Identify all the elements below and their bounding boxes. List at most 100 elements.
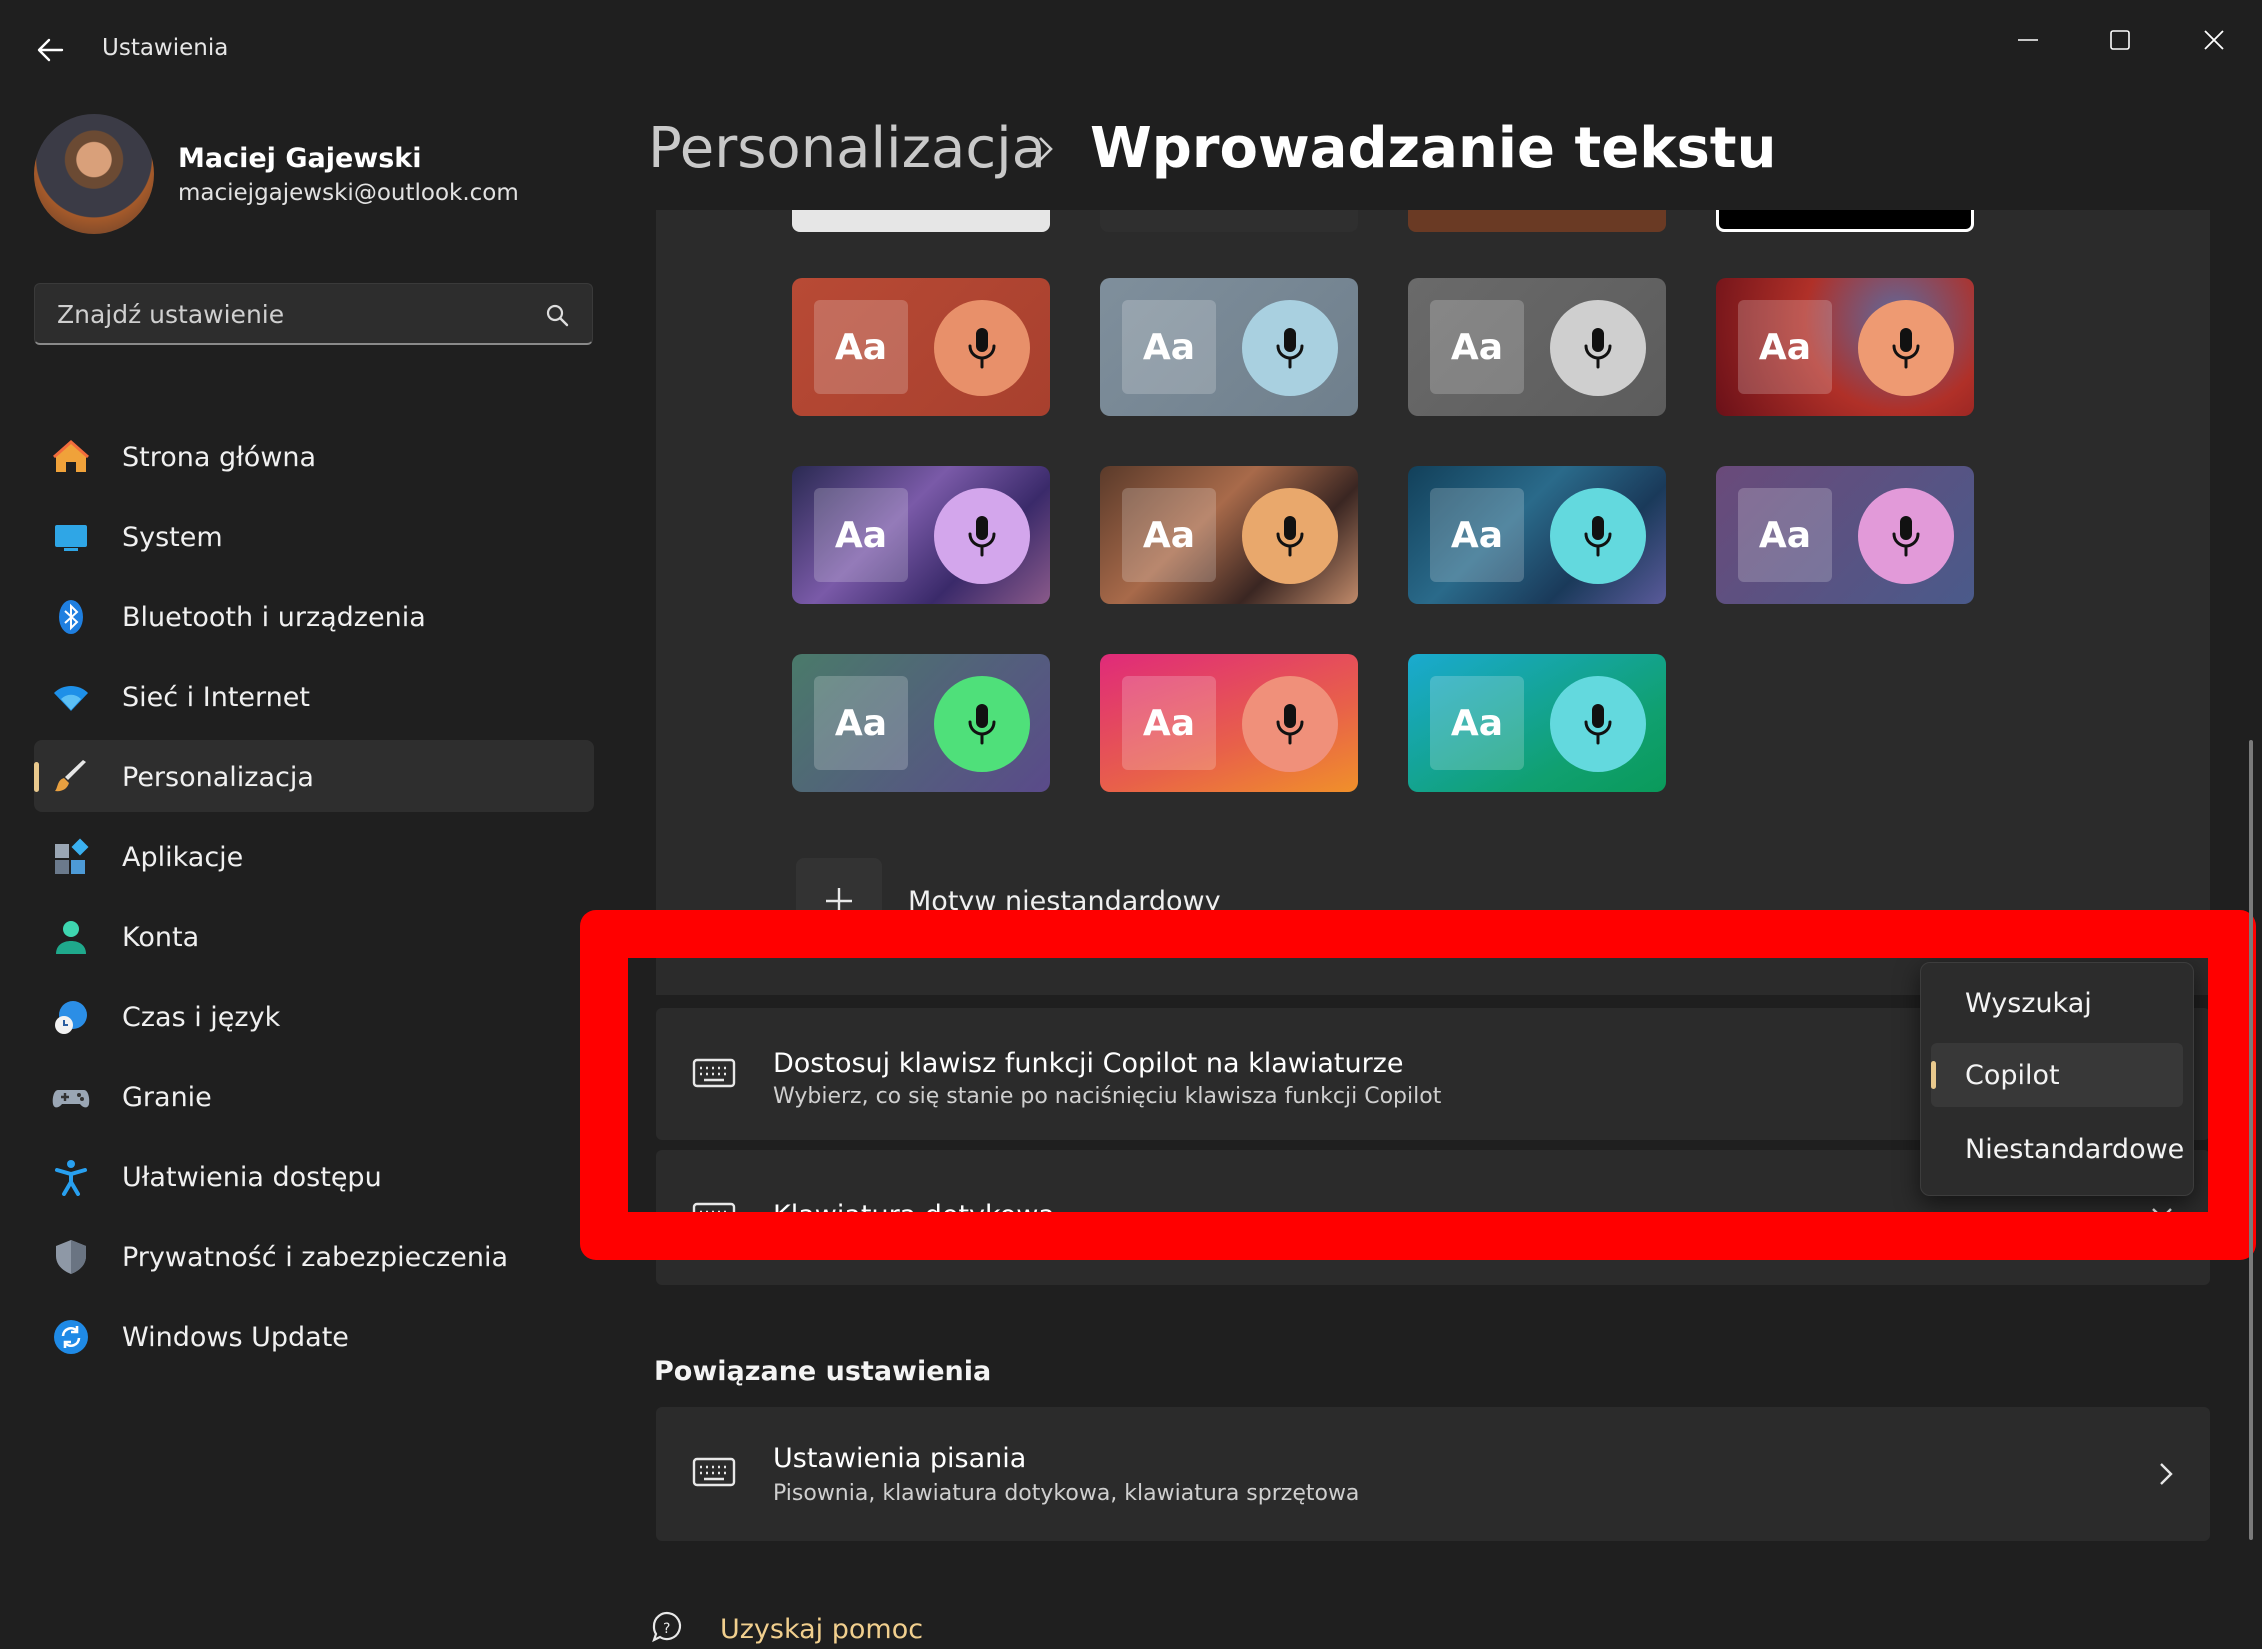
setting-title: Ustawienia pisania xyxy=(773,1443,1027,1474)
sidebar-item-system[interactable]: System xyxy=(34,500,594,572)
theme-sample-text: Aa xyxy=(1122,488,1216,582)
theme-tile[interactable]: Aa xyxy=(792,278,1050,416)
apps-icon xyxy=(55,838,89,874)
person-icon xyxy=(56,921,86,954)
globe-clock-icon xyxy=(55,1001,87,1034)
sidebar-item-accounts[interactable]: Konta xyxy=(34,900,594,972)
chevron-right-icon xyxy=(2160,1463,2173,1485)
related-settings-heading: Powiązane ustawienia xyxy=(654,1356,992,1387)
theme-tile[interactable]: Aa xyxy=(792,466,1050,604)
text-input-themes-panel: Aa Aa Aa Aa Aa Aa Aa Aa Aa Aa Aa Motyw niestandard… xyxy=(656,210,2210,995)
sidebar-item-accessibility[interactable]: Ułatwienia dostępu xyxy=(34,1140,594,1212)
sidebar-item-label: Ułatwienia dostępu xyxy=(122,1162,382,1193)
sidebar-item-label: Granie xyxy=(122,1082,212,1113)
sidebar-item-bluetooth[interactable]: Bluetooth i urządzenia xyxy=(34,580,594,652)
scrollbar[interactable] xyxy=(2249,740,2253,1540)
sidebar-item-label: Prywatność i zabezpieczenia xyxy=(122,1242,508,1273)
sidebar-nav: Strona główna System Bluetooth i urządze… xyxy=(34,420,594,1380)
theme-sample-text: Aa xyxy=(1430,300,1524,394)
microphone-icon xyxy=(934,300,1030,396)
update-icon xyxy=(54,1320,88,1354)
sidebar-item-label: Aplikacje xyxy=(122,842,244,873)
theme-tile[interactable]: Aa xyxy=(1100,278,1358,416)
sidebar-item-label: Konta xyxy=(122,922,200,953)
theme-sample-text: Aa xyxy=(1122,676,1216,770)
keyboard-icon xyxy=(692,1457,736,1487)
microphone-icon xyxy=(1242,300,1338,396)
user-name: Maciej Gajewski xyxy=(178,143,422,174)
theme-sample-text: Aa xyxy=(1430,676,1524,770)
sidebar-item-label: Bluetooth i urządzenia xyxy=(122,602,426,633)
microphone-icon xyxy=(934,676,1030,772)
brush-icon xyxy=(55,760,86,792)
theme-sample-text: Aa xyxy=(814,488,908,582)
theme-tile[interactable]: Aa xyxy=(1408,278,1666,416)
theme-tile[interactable]: Aa xyxy=(1408,654,1666,792)
sidebar-item-time-language[interactable]: Czas i język xyxy=(34,980,594,1052)
theme-sample-text: Aa xyxy=(1122,300,1216,394)
breadcrumb-parent[interactable]: Personalizacja xyxy=(648,116,1046,181)
highlight-annotation xyxy=(580,910,2256,1260)
microphone-icon xyxy=(1550,488,1646,584)
get-help-link[interactable]: Uzyskaj pomoc xyxy=(720,1614,923,1645)
chevron-right-icon xyxy=(1039,137,1053,161)
sidebar-item-label: Strona główna xyxy=(122,442,317,473)
sidebar-item-gaming[interactable]: Granie xyxy=(34,1060,594,1132)
microphone-icon xyxy=(1858,300,1954,396)
search-input[interactable] xyxy=(55,284,539,344)
theme-sample-text: Aa xyxy=(1738,488,1832,582)
theme-tile-selected[interactable] xyxy=(1716,210,1974,232)
back-arrow-icon[interactable] xyxy=(34,34,66,66)
avatar[interactable] xyxy=(34,114,154,234)
theme-sample-text: Aa xyxy=(814,676,908,770)
theme-sample-text: Aa xyxy=(1738,300,1832,394)
home-icon xyxy=(53,439,89,472)
help-icon: ? xyxy=(652,1611,682,1643)
window-title: Ustawienia xyxy=(102,35,229,61)
microphone-icon xyxy=(1550,300,1646,396)
theme-tile[interactable]: Aa xyxy=(792,654,1050,792)
sidebar-item-personalization[interactable]: Personalizacja xyxy=(34,740,594,812)
gamepad-icon xyxy=(52,1090,90,1108)
setting-description: Pisownia, klawiatura dotykowa, klawiatur… xyxy=(773,1481,1360,1506)
theme-tile[interactable] xyxy=(1408,210,1666,232)
user-email: maciejgajewski@outlook.com xyxy=(178,180,519,206)
theme-tile[interactable] xyxy=(792,210,1050,232)
microphone-icon xyxy=(1242,488,1338,584)
accessibility-icon xyxy=(55,1160,87,1196)
microphone-icon xyxy=(934,488,1030,584)
sidebar-item-home[interactable]: Strona główna xyxy=(34,420,594,492)
maximize-button[interactable] xyxy=(2096,20,2144,60)
theme-tile[interactable]: Aa xyxy=(1716,466,1974,604)
monitor-icon xyxy=(55,525,87,551)
theme-sample-text: Aa xyxy=(1430,488,1524,582)
selection-indicator xyxy=(34,762,39,792)
search-icon[interactable] xyxy=(544,302,570,328)
shield-icon xyxy=(56,1240,86,1274)
bluetooth-icon xyxy=(59,600,83,634)
sidebar-item-label: Sieć i Internet xyxy=(122,682,310,713)
sidebar-item-network[interactable]: Sieć i Internet xyxy=(34,660,594,732)
sidebar-item-apps[interactable]: Aplikacje xyxy=(34,820,594,892)
page-title: Wprowadzanie tekstu xyxy=(1090,116,1777,181)
close-button[interactable] xyxy=(2190,20,2238,60)
theme-tile[interactable]: Aa xyxy=(1716,278,1974,416)
theme-sample-text: Aa xyxy=(814,300,908,394)
sidebar-item-label: Czas i język xyxy=(122,1002,281,1033)
theme-tile[interactable] xyxy=(1100,210,1358,232)
theme-tile[interactable]: Aa xyxy=(1408,466,1666,604)
wifi-icon xyxy=(54,685,88,711)
sidebar-item-privacy[interactable]: Prywatność i zabezpieczenia xyxy=(34,1220,594,1292)
sidebar-item-label: System xyxy=(122,522,223,553)
theme-tile[interactable]: Aa xyxy=(1100,654,1358,792)
sidebar-item-label: Personalizacja xyxy=(122,762,314,793)
microphone-icon xyxy=(1858,488,1954,584)
typing-settings-link[interactable]: Ustawienia pisania Pisownia, klawiatura … xyxy=(656,1407,2210,1541)
sidebar-item-windows-update[interactable]: Windows Update xyxy=(34,1300,594,1372)
theme-tile[interactable]: Aa xyxy=(1100,466,1358,604)
sidebar-item-label: Windows Update xyxy=(122,1322,349,1353)
search-box[interactable] xyxy=(34,283,593,345)
microphone-icon xyxy=(1550,676,1646,772)
minimize-button[interactable] xyxy=(2004,20,2052,60)
microphone-icon xyxy=(1242,676,1338,772)
